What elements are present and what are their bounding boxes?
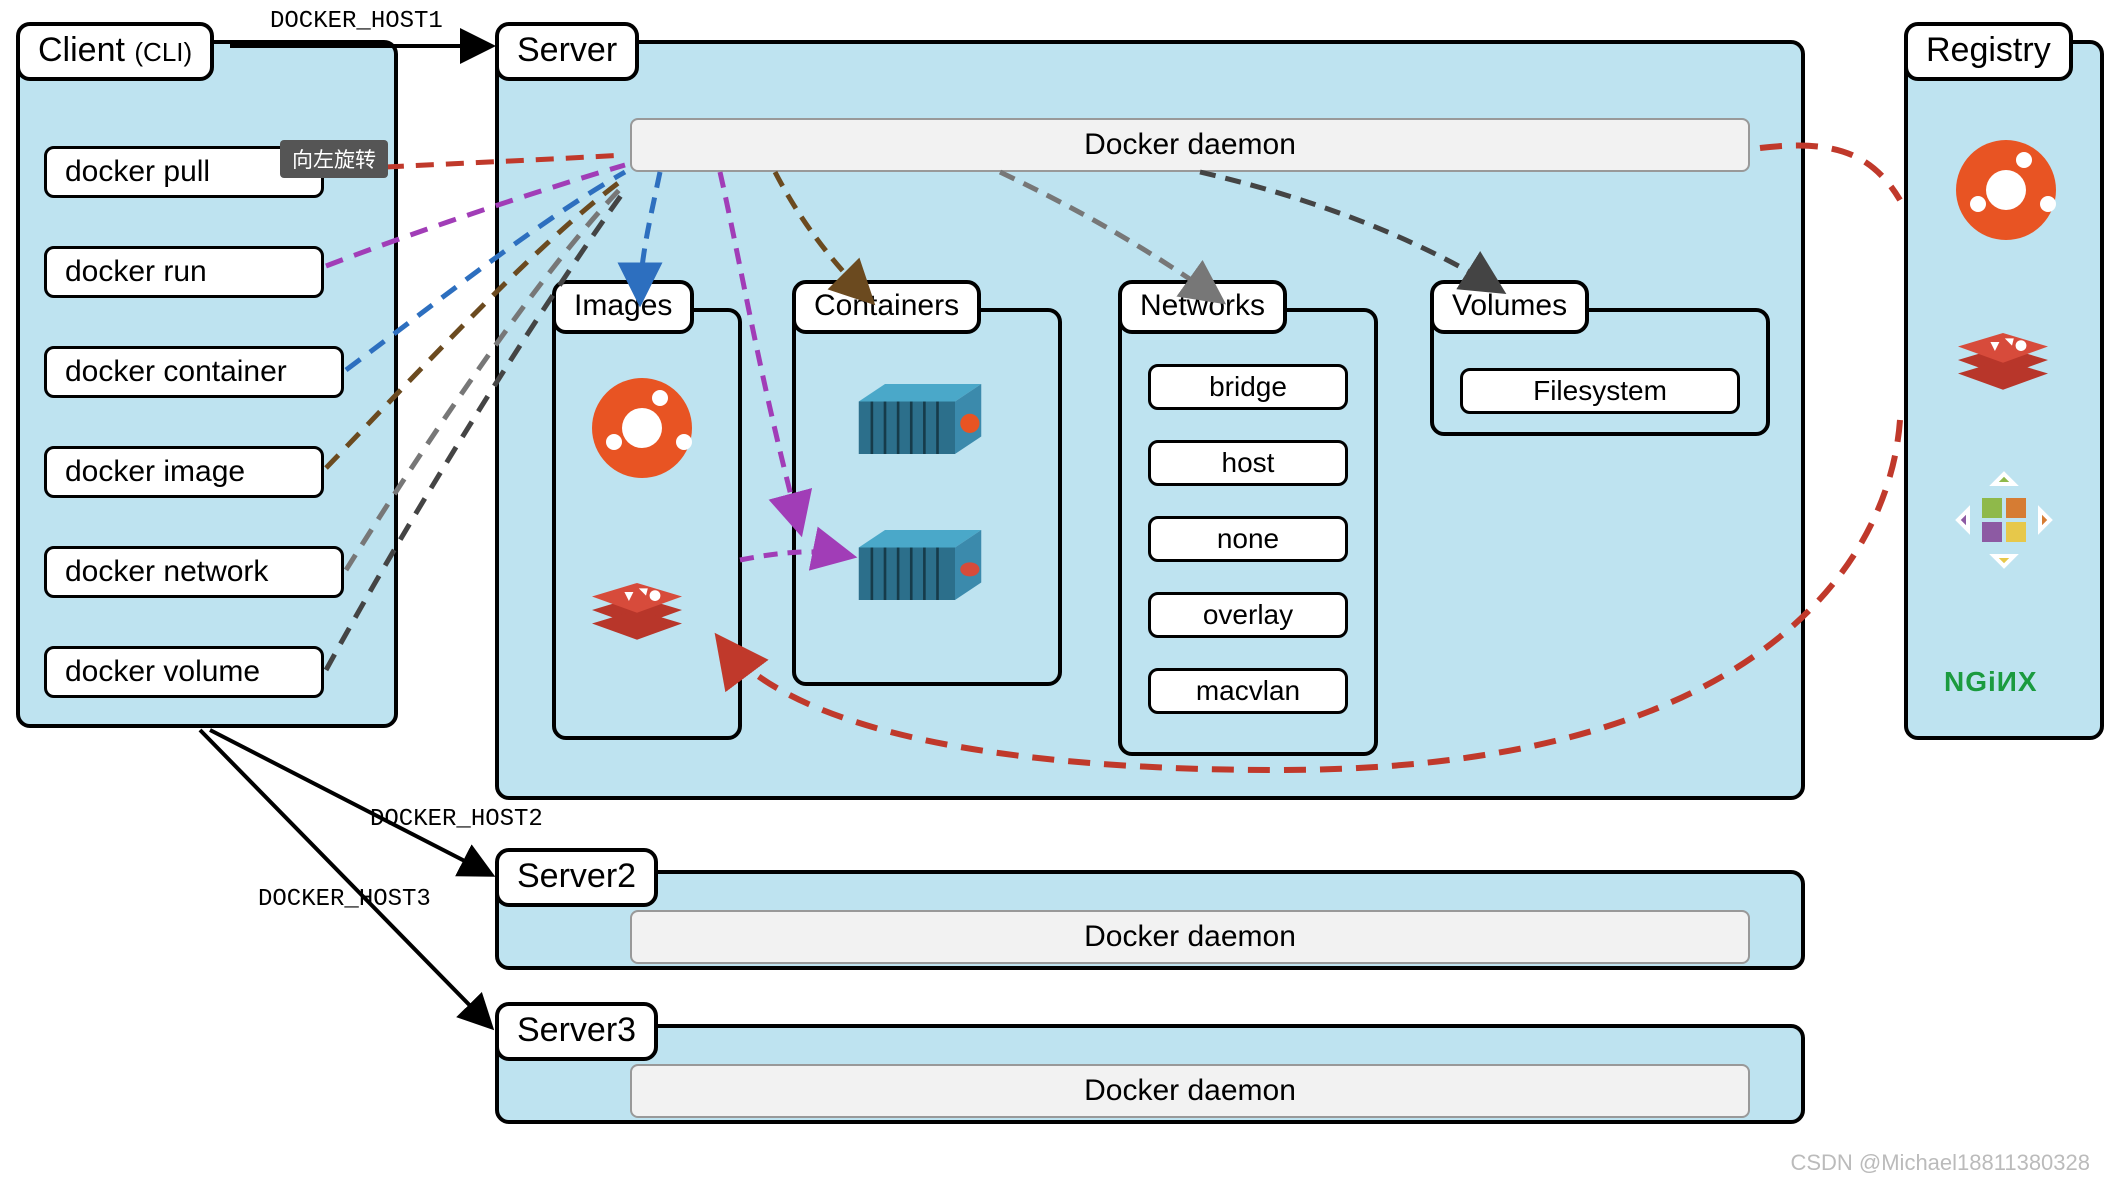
cmd-docker-image: docker image xyxy=(44,446,324,498)
server3-title: Server3 xyxy=(495,1002,658,1061)
registry-redis-icon xyxy=(1948,306,2058,401)
containers-title: Containers xyxy=(792,280,981,334)
container-ubuntu-icon xyxy=(850,374,990,469)
registry-title: Registry xyxy=(1904,22,2073,81)
network-macvlan: macvlan xyxy=(1148,668,1348,714)
server-title: Server xyxy=(495,22,639,81)
network-bridge: bridge xyxy=(1148,364,1348,410)
containers-box xyxy=(792,308,1062,686)
cmd-docker-container: docker container xyxy=(44,346,344,398)
networks-title: Networks xyxy=(1118,280,1287,334)
rotate-left-tooltip: 向左旋转 xyxy=(280,140,388,178)
network-overlay: overlay xyxy=(1148,592,1348,638)
redis-icon xyxy=(582,556,692,651)
client-title: Client (CLI) xyxy=(16,22,214,81)
registry-ubuntu-icon xyxy=(1956,140,2056,240)
edge-host3-label: DOCKER_HOST3 xyxy=(258,886,431,913)
cmd-docker-network: docker network xyxy=(44,546,344,598)
watermark: CSDN @Michael18811380328 xyxy=(1790,1150,2090,1176)
client-subtitle: (CLI) xyxy=(134,37,192,67)
network-host: host xyxy=(1148,440,1348,486)
images-title: Images xyxy=(552,280,694,334)
edge-host2-label: DOCKER_HOST2 xyxy=(370,806,543,833)
client-title-text: Client xyxy=(38,31,125,69)
ubuntu-icon xyxy=(592,378,692,478)
server2-title: Server2 xyxy=(495,848,658,907)
cmd-docker-volume: docker volume xyxy=(44,646,324,698)
volume-filesystem: Filesystem xyxy=(1460,368,1740,414)
container-redis-icon xyxy=(850,520,990,615)
registry-nginx-icon: NGiИX xyxy=(1944,666,2038,698)
registry-centos-icon xyxy=(1954,470,2054,575)
images-box xyxy=(552,308,742,740)
server-daemon: Docker daemon xyxy=(630,118,1750,172)
server3-daemon: Docker daemon xyxy=(630,1064,1750,1118)
volumes-title: Volumes xyxy=(1430,280,1589,334)
cmd-docker-run: docker run xyxy=(44,246,324,298)
server2-daemon: Docker daemon xyxy=(630,910,1750,964)
edge-host1-label: DOCKER_HOST1 xyxy=(270,8,443,35)
network-none: none xyxy=(1148,516,1348,562)
